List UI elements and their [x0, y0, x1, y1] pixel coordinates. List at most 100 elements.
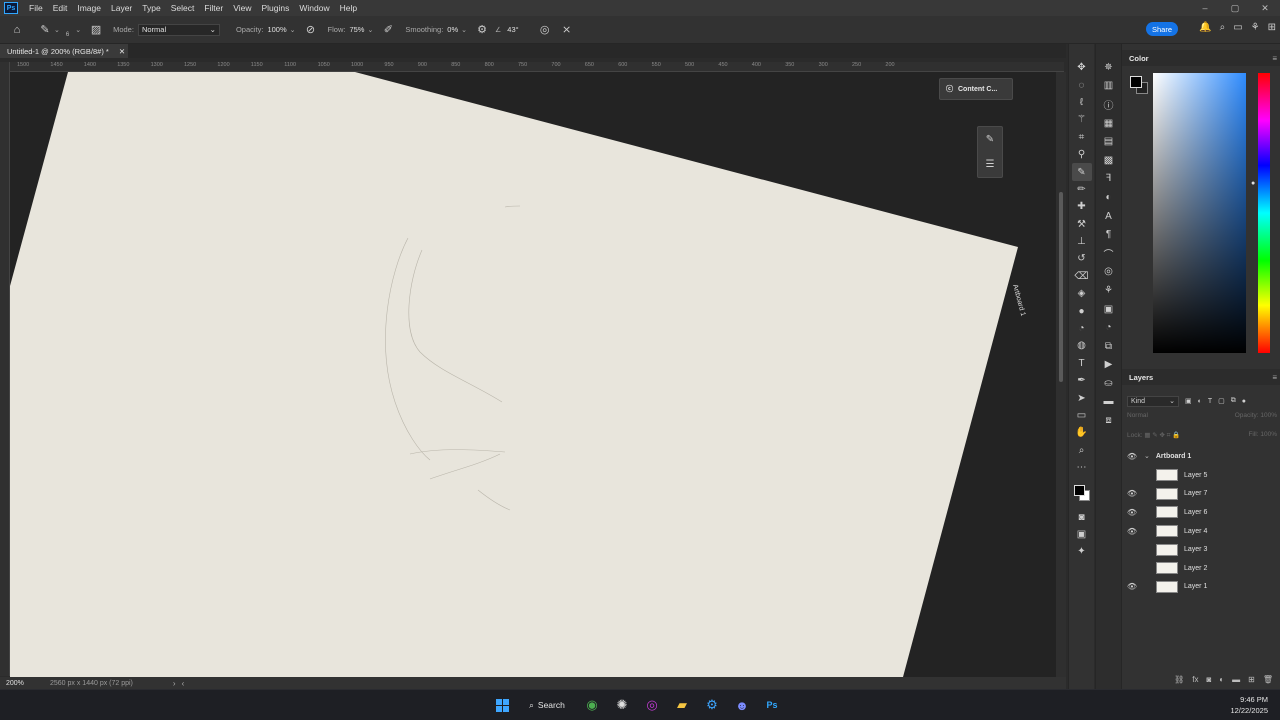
filter-adjustment-icon[interactable]: ◐ — [1198, 398, 1202, 405]
visibility-eye-icon[interactable]: 👁 — [1122, 452, 1142, 461]
brush-tool-icon[interactable]: ✎ — [36, 21, 54, 39]
timeline-panel-icon[interactable]: ⛀ — [1099, 374, 1119, 393]
menu-filter[interactable]: Filter — [199, 3, 228, 13]
eraser-tool-icon[interactable]: ⌫ — [1072, 268, 1092, 285]
document-tab[interactable]: Untitled-1 @ 200% (RGB/8#) * ✕ — [0, 44, 128, 58]
hue-marker-icon[interactable]: ● — [1251, 180, 1255, 187]
history-panel-icon[interactable]: ⧉ — [1099, 337, 1119, 356]
clone-stamp-tool-icon[interactable]: ⊥ — [1072, 233, 1092, 250]
visibility-eye-icon[interactable]: 👁 — [1122, 527, 1142, 536]
libraries-panel-icon[interactable]: ▥ — [1099, 77, 1119, 96]
channels-panel-icon[interactable]: ▣ — [1099, 300, 1119, 319]
layer-style-icon[interactable]: fx — [1192, 675, 1198, 684]
home-icon[interactable]: ⌂ — [8, 21, 26, 39]
paths-panel-icon[interactable]: ◔ — [1099, 318, 1119, 337]
panel-menu-icon[interactable]: ≡ — [1272, 54, 1277, 63]
chevron-down-icon[interactable]: ⌄ — [1144, 452, 1150, 460]
lasso-tool-icon[interactable]: ℓ — [1072, 94, 1092, 111]
scroll-thumb[interactable] — [1059, 192, 1063, 382]
blur-tool-icon[interactable]: ● — [1072, 302, 1092, 319]
panel-menu-icon[interactable]: ≡ — [1272, 373, 1277, 382]
artboard-paper[interactable] — [10, 72, 1018, 677]
share-button[interactable]: Share — [1146, 22, 1178, 36]
layer-filter-kind-select[interactable]: Kind ⌄ — [1127, 395, 1179, 407]
minimize-icon[interactable]: – — [1190, 3, 1220, 13]
zoom-tool-icon[interactable]: ⌕ — [1072, 442, 1092, 459]
brush-tool-icon[interactable]: ✎ — [1071, 163, 1092, 181]
type-tool-icon[interactable]: T — [1072, 355, 1092, 372]
fill-value[interactable]: 100% — [1260, 431, 1277, 438]
brush-settings-icon[interactable]: ▨ — [87, 21, 105, 39]
instagram-icon[interactable]: ◎ — [640, 694, 664, 716]
properties-panel-icon[interactable]: ✵ — [1099, 58, 1119, 77]
menu-layer[interactable]: Layer — [106, 3, 137, 13]
layer-row[interactable]: Layer 3 — [1122, 540, 1280, 559]
chrome-icon[interactable]: ◉ — [580, 694, 604, 716]
layer-row[interactable]: 👁 Layer 1 — [1122, 578, 1280, 597]
smoothing-settings-gear-icon[interactable]: ⚙ — [473, 21, 491, 39]
filter-smart-object-icon[interactable]: ⧉ — [1231, 397, 1236, 405]
menu-edit[interactable]: Edit — [48, 3, 73, 13]
healing-brush-tool-icon[interactable]: ✚ — [1072, 198, 1092, 215]
menu-view[interactable]: View — [228, 3, 256, 13]
layer-row[interactable]: 👁 Layer 7 — [1122, 485, 1280, 504]
adjust-sliders-icon[interactable]: ☰ — [986, 159, 995, 170]
blend-mode-select[interactable]: Normal — [1127, 412, 1148, 424]
brush-angle-value[interactable]: 43° — [507, 25, 518, 34]
menu-image[interactable]: Image — [72, 3, 106, 13]
layer-row[interactable]: 👁 Layer 6 — [1122, 503, 1280, 522]
gradients-panel-icon[interactable]: ▤ — [1099, 132, 1119, 151]
layer-row[interactable]: 👁 Layer 4 — [1122, 522, 1280, 541]
color-swatches[interactable] — [1072, 480, 1092, 504]
move-tool-icon[interactable]: ✥ — [1072, 59, 1092, 76]
zoom-level[interactable]: 200% — [0, 680, 42, 687]
swatches-panel-icon[interactable]: ▦ — [1099, 114, 1119, 133]
patterns-panel-icon[interactable]: ▩ — [1099, 151, 1119, 170]
mixer-brush-tool-icon[interactable]: ⚒ — [1072, 216, 1092, 233]
menu-type[interactable]: Type — [137, 3, 165, 13]
layer-row[interactable]: Layer 5 — [1122, 466, 1280, 485]
adjustments-panel-icon[interactable]: ◐ — [1099, 188, 1119, 207]
visibility-eye-icon[interactable]: 👁 — [1122, 489, 1142, 498]
layer-comps-panel-icon[interactable]: ⧈ — [1099, 411, 1119, 430]
opacity-value[interactable]: 100% — [267, 25, 286, 34]
filter-toggle-icon[interactable]: ● — [1242, 398, 1246, 405]
airbrush-icon[interactable]: ✐ — [379, 21, 397, 39]
visibility-eye-icon[interactable]: 👁 — [1122, 582, 1142, 591]
sponge-tool-icon[interactable]: ◍ — [1072, 337, 1092, 354]
filter-type-icon[interactable]: T — [1208, 398, 1212, 405]
layer-group-artboard[interactable]: 👁 ⌄ Artboard 1 — [1122, 447, 1280, 466]
screen-mode-icon[interactable]: ▣ — [1072, 526, 1092, 543]
pressure-size-icon[interactable]: ◎ — [536, 21, 554, 39]
brush-settings-mini-icon[interactable]: ✎ — [986, 134, 994, 145]
canvas-area[interactable]: Artboard 1 ⓒ Content C... ✎ ☰ — [10, 72, 1056, 677]
menu-help[interactable]: Help — [335, 3, 362, 13]
paragraph-panel-icon[interactable]: ¶ — [1099, 225, 1119, 244]
tab-close-icon[interactable]: ✕ — [119, 47, 125, 56]
navigator-panel-icon[interactable]: ⚘ — [1099, 281, 1119, 300]
flow-value[interactable]: 75% — [349, 25, 364, 34]
symmetry-icon[interactable]: ⨯ — [558, 21, 576, 39]
bell-icon[interactable]: 🔔 — [1199, 22, 1211, 33]
filter-pixel-icon[interactable]: ▣ — [1185, 397, 1192, 405]
character-panel-icon[interactable]: A — [1099, 207, 1119, 226]
generative-icon[interactable]: ✦ — [1072, 543, 1092, 560]
eyedropper-tool-icon[interactable]: ⚲ — [1072, 146, 1092, 163]
foreground-color-swatch[interactable] — [1073, 485, 1085, 497]
menu-plugins[interactable]: Plugins — [256, 3, 294, 13]
info-panel-icon[interactable]: ⓘ — [1099, 95, 1119, 114]
comments-panel-icon[interactable]: ▬ — [1099, 393, 1119, 412]
windows-start-icon[interactable] — [490, 694, 514, 716]
smoothing-value[interactable]: 0% — [447, 25, 458, 34]
pressure-opacity-icon[interactable]: ⊘ — [302, 21, 320, 39]
visibility-eye-icon[interactable]: 👁 — [1122, 508, 1142, 517]
tool-preset-dropdown-icon[interactable]: ⌄ — [54, 26, 60, 34]
chevron-left-icon[interactable]: ‹ — [182, 679, 185, 688]
brush-size-value[interactable]: 6 — [66, 32, 69, 38]
close-icon[interactable]: ✕ — [1250, 3, 1280, 14]
brushes-panel-icon[interactable]: ⌒ — [1099, 244, 1119, 263]
crop-tool-icon[interactable]: ⌗ — [1072, 129, 1092, 146]
artboard-label[interactable]: Artboard 1 — [1011, 284, 1026, 317]
maximize-icon[interactable]: ▢ — [1220, 3, 1250, 14]
opacity-dropdown-icon[interactable]: ⌄ — [290, 26, 296, 34]
